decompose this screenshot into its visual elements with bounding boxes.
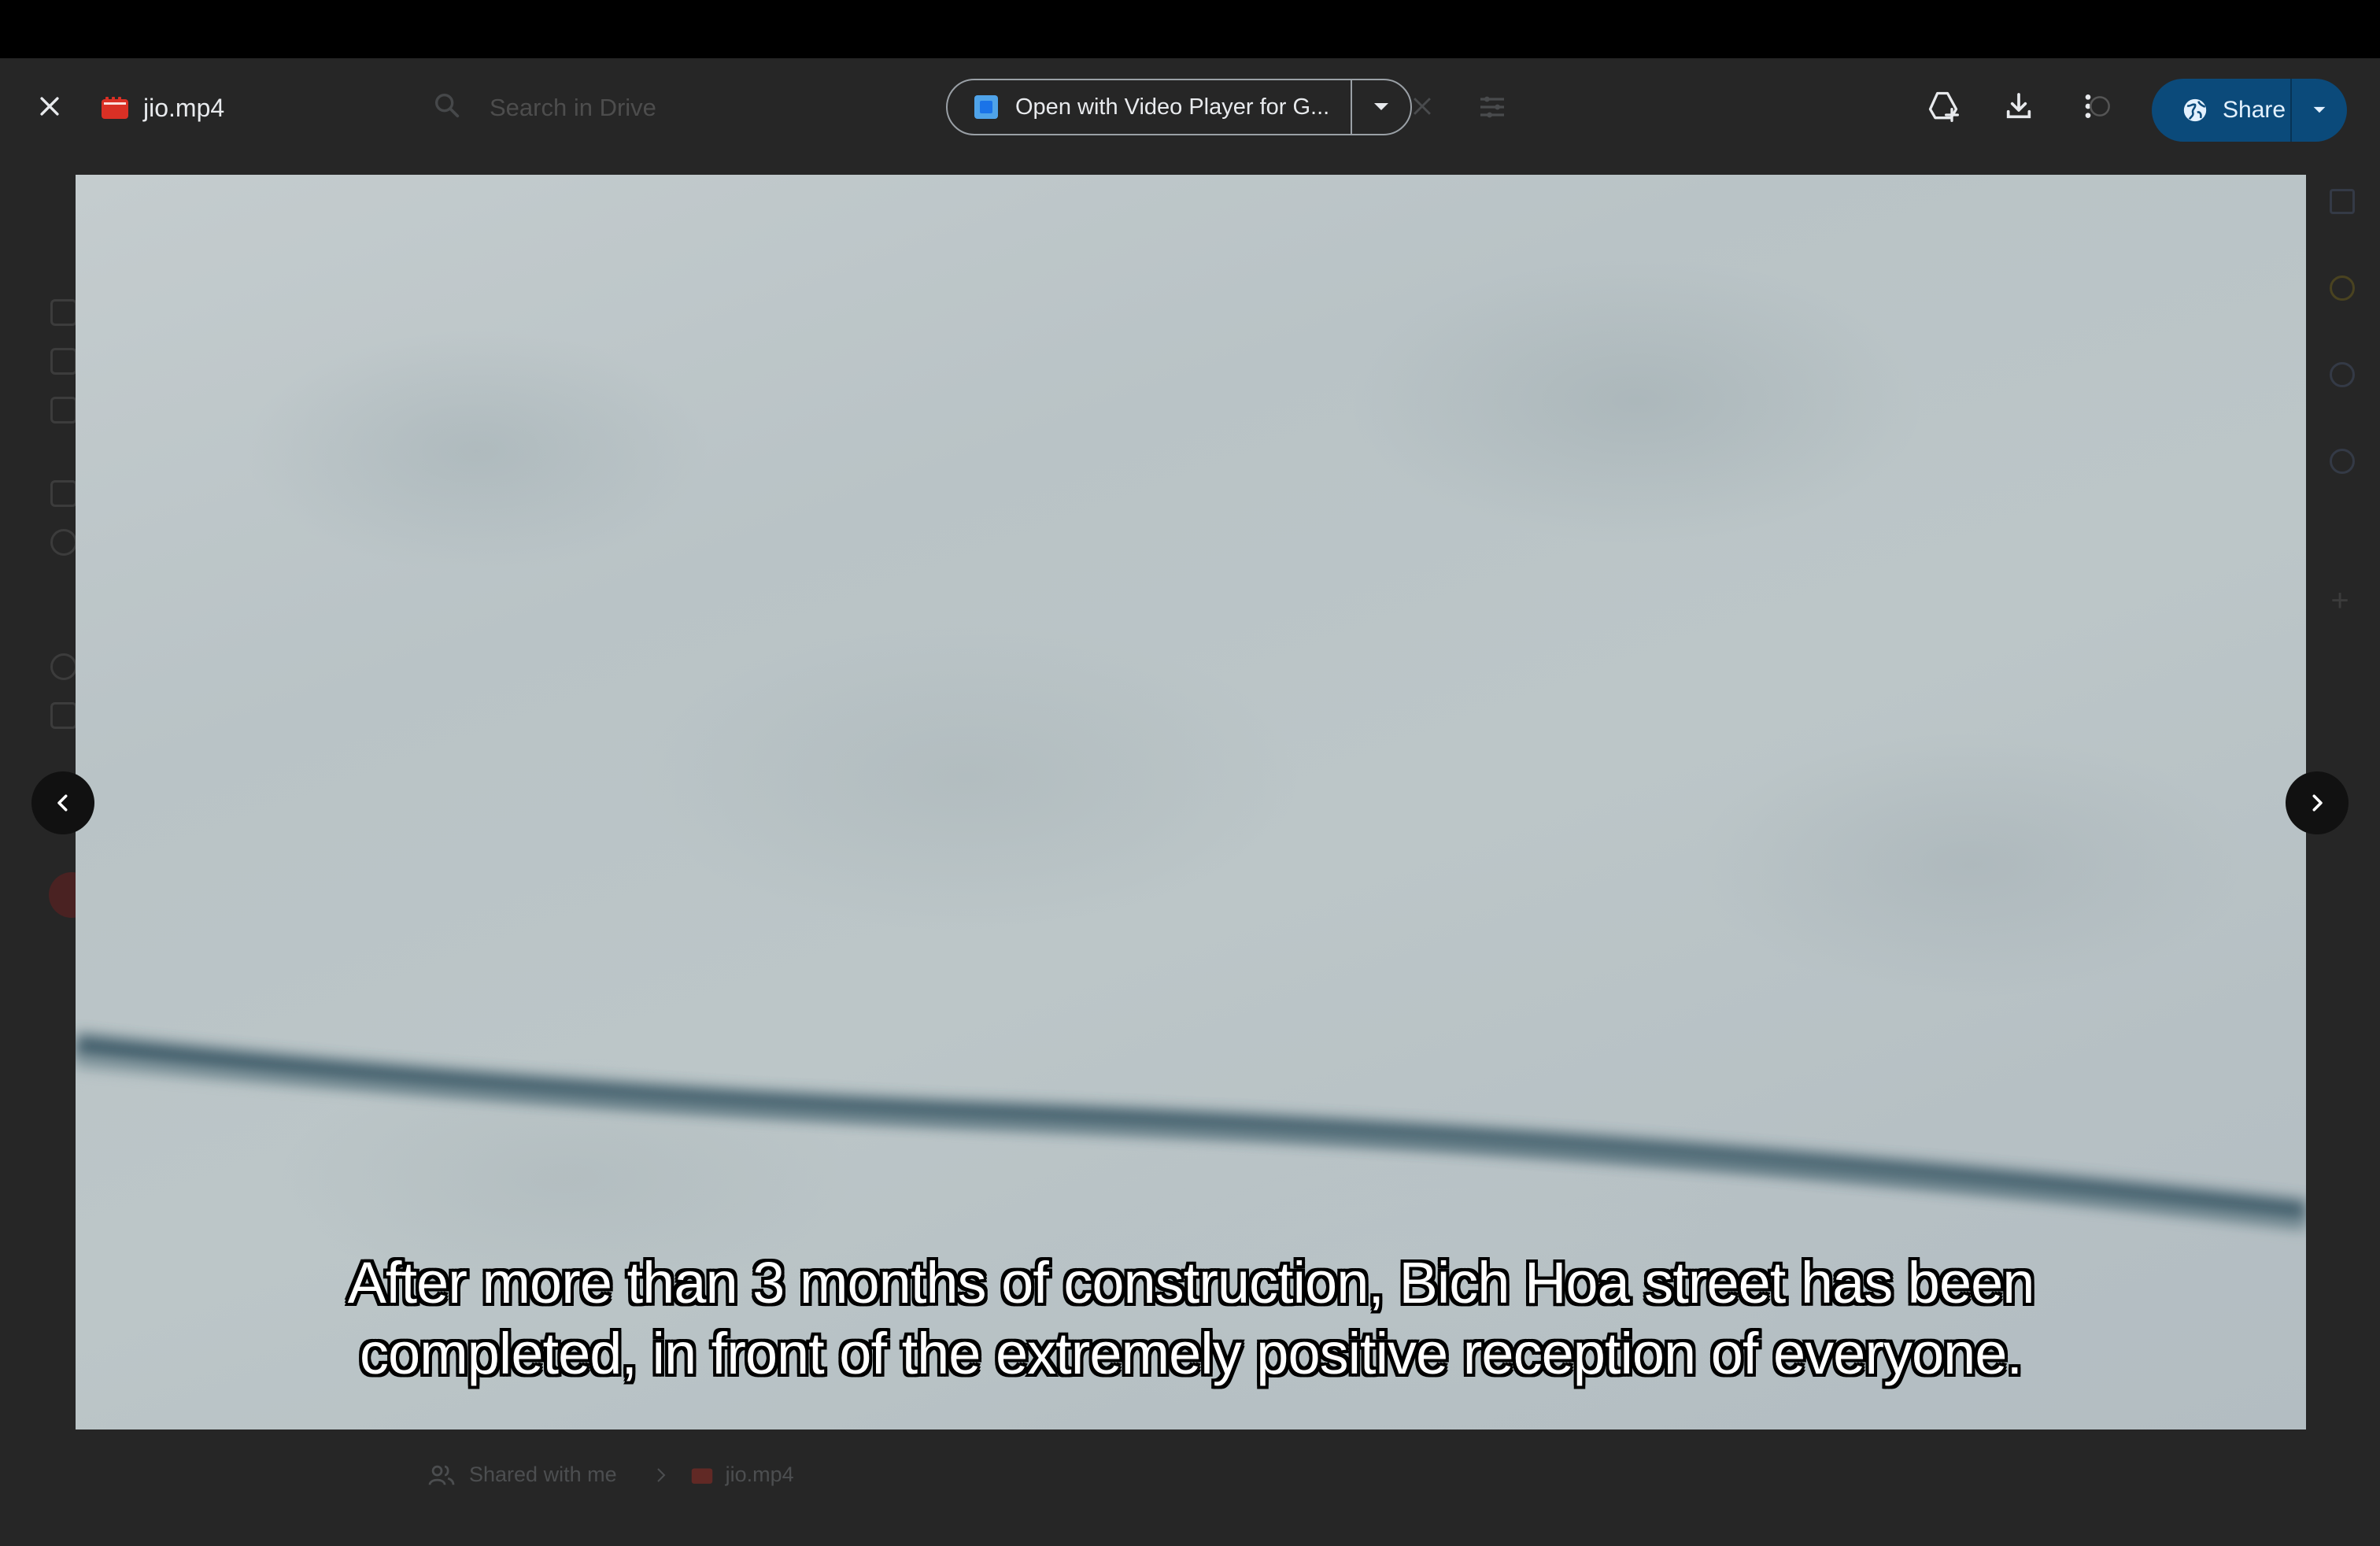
video-file-icon bbox=[102, 97, 128, 119]
download-button[interactable] bbox=[1998, 85, 2040, 128]
bg-contacts-icon bbox=[2330, 449, 2355, 474]
more-actions-button[interactable] bbox=[2075, 85, 2117, 128]
share-label: Share bbox=[2223, 97, 2286, 123]
share-button[interactable]: Share bbox=[2152, 79, 2290, 142]
bg-calendar-icon bbox=[2330, 189, 2355, 214]
breadcrumb-file: jio.mp4 bbox=[725, 1463, 794, 1486]
top-black-bar bbox=[0, 0, 2380, 58]
download-icon bbox=[2006, 93, 2031, 119]
bg-spam-icon bbox=[50, 653, 77, 680]
chevron-right-icon bbox=[656, 1467, 666, 1482]
video-frame-line bbox=[76, 1034, 2306, 1231]
bg-search-options-icon bbox=[1480, 96, 1504, 118]
breadcrumb-location: Shared with me bbox=[469, 1463, 617, 1486]
video-file-icon bbox=[691, 1467, 712, 1484]
background-sidebar bbox=[0, 165, 77, 952]
breadcrumb: Shared with me jio.mp4 bbox=[428, 1463, 794, 1487]
add-to-drive-icon bbox=[1928, 91, 1959, 122]
background-side-panel: + bbox=[2317, 181, 2364, 653]
video-player[interactable]: After more than 3 months of construction… bbox=[76, 175, 2306, 1429]
previous-file-button[interactable] bbox=[31, 771, 94, 834]
bg-shared-icon bbox=[50, 480, 77, 507]
open-with-dropdown-button[interactable] bbox=[1352, 80, 1410, 134]
bg-keep-icon bbox=[2330, 276, 2355, 301]
add-to-drive-button[interactable] bbox=[1922, 85, 1964, 128]
chevron-right-icon bbox=[2312, 794, 2323, 812]
shared-people-icon bbox=[428, 1465, 455, 1485]
more-vert-icon bbox=[2085, 94, 2110, 118]
close-viewer-button[interactable] bbox=[30, 87, 69, 126]
chevron-left-icon bbox=[57, 794, 68, 812]
share-control: Share bbox=[2152, 79, 2347, 142]
bg-home-icon bbox=[50, 299, 77, 326]
search-input[interactable] bbox=[488, 88, 932, 128]
subtitle-line-2: completed, in front of the extremely pos… bbox=[359, 1321, 2023, 1386]
caret-down-icon bbox=[2313, 106, 2326, 113]
search-icon bbox=[435, 93, 460, 118]
bg-recent-icon bbox=[50, 529, 77, 556]
globe-icon bbox=[2183, 98, 2207, 122]
subtitle-line-1: After more than 3 months of construction… bbox=[347, 1250, 2035, 1315]
bg-tasks-icon bbox=[2330, 362, 2355, 387]
caret-down-icon bbox=[1374, 103, 1388, 110]
video-player-app-icon bbox=[974, 95, 998, 119]
bg-computers-icon bbox=[50, 397, 77, 423]
close-icon bbox=[40, 97, 59, 116]
file-name: jio.mp4 bbox=[143, 94, 225, 122]
bg-my-drive-icon bbox=[50, 348, 77, 375]
open-with-label: Open with Video Player for G... bbox=[1015, 94, 1330, 120]
open-with-button[interactable]: Open with Video Player for G... bbox=[948, 80, 1351, 134]
next-file-button[interactable] bbox=[2286, 771, 2349, 834]
bg-trash-icon bbox=[50, 702, 77, 729]
bg-clear-search-icon bbox=[1414, 98, 1431, 115]
bg-add-icon: + bbox=[2330, 583, 2349, 618]
open-with-control: Open with Video Player for G... bbox=[946, 79, 1412, 135]
